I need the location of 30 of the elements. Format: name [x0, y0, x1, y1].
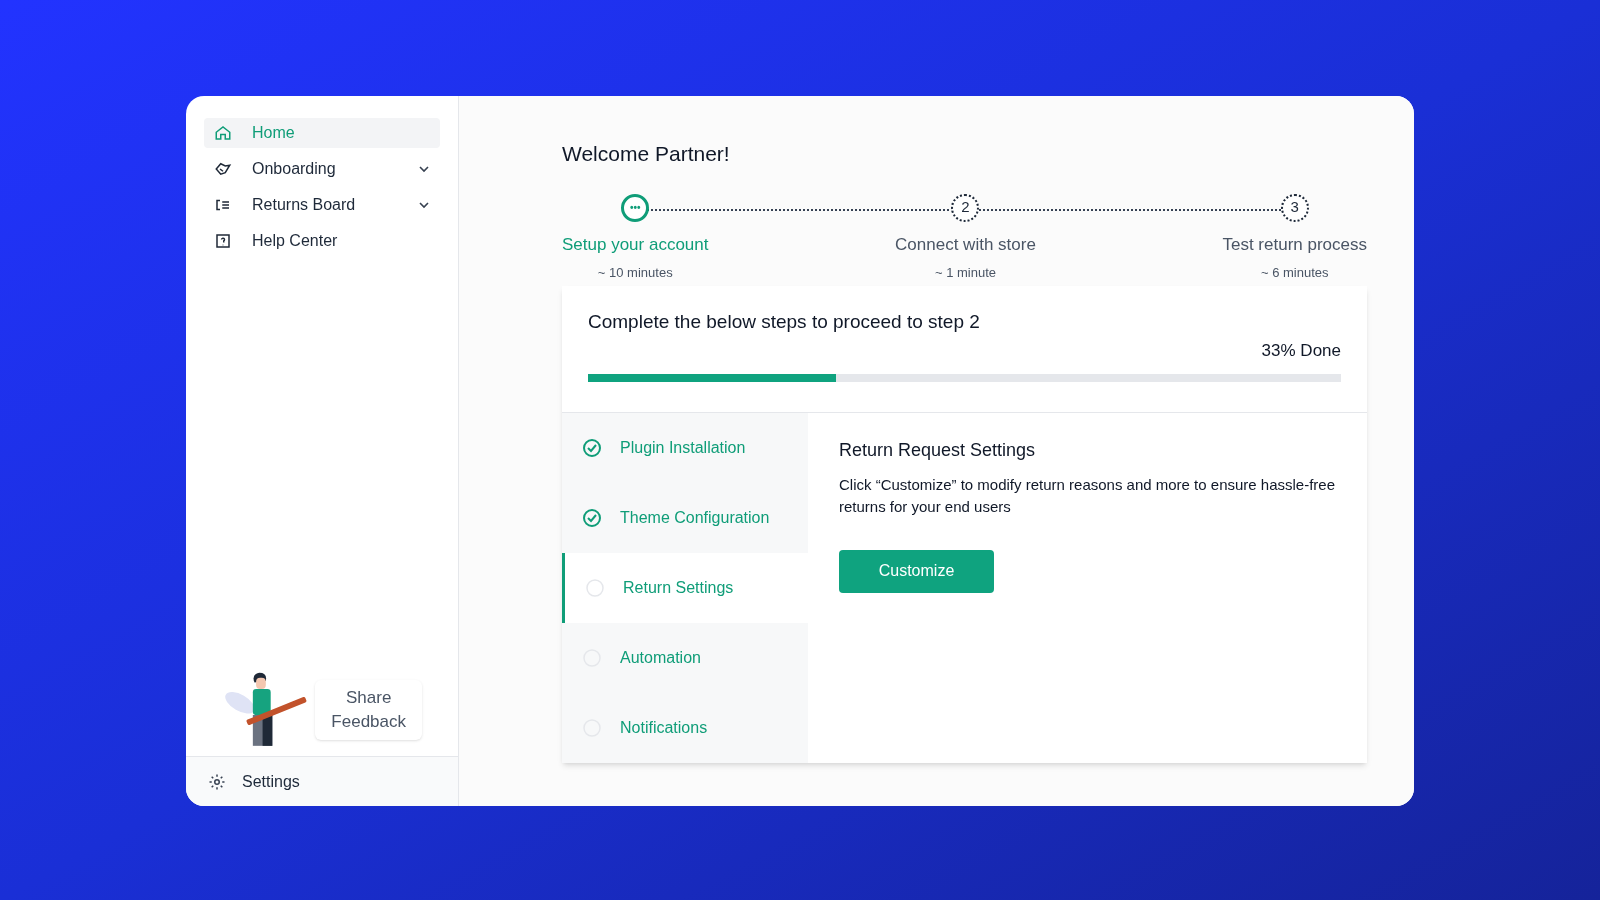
step-marker: •••: [621, 193, 650, 222]
step-label: Connect with store: [895, 233, 1036, 256]
checklist-item[interactable]: Return Settings: [562, 552, 808, 623]
checklist-item[interactable]: Plugin Installation: [562, 412, 808, 483]
checklist-item[interactable]: Notifications: [562, 692, 808, 763]
home-icon: [214, 124, 232, 142]
welcome-heading: Welcome Partner!: [562, 141, 731, 167]
progress-heading: Complete the below steps to proceed to step 2: [588, 309, 981, 334]
progress-reading: 33% Done: [1260, 340, 1341, 362]
step-duration: ~ 1 minute: [934, 264, 996, 282]
checklist-item[interactable]: Theme Configuration: [562, 482, 808, 553]
sidebar-item[interactable]: Help Center: [204, 226, 440, 256]
detail-title: Return Request Settings: [839, 438, 1037, 462]
detail-description: Click “Customize” to modify return reasons and more to ensure hassle-free returns for your end users: [839, 474, 1337, 517]
sidebar-item[interactable]: Home: [204, 118, 440, 148]
sidebar-item[interactable]: Onboarding: [204, 154, 440, 184]
step-marker: 3: [1280, 193, 1309, 222]
step-duration: ~ 6 minutes: [1260, 264, 1329, 282]
customize-button[interactable]: Customize: [839, 549, 994, 593]
step-label: Setup your account: [562, 233, 709, 256]
settings-link[interactable]: Settings: [242, 769, 300, 794]
share-feedback-button[interactable]: Share Feedback: [315, 680, 422, 740]
chevron-down-icon[interactable]: [418, 165, 430, 173]
chevron-down-icon[interactable]: [418, 201, 430, 209]
checklist-item[interactable]: Automation: [562, 622, 808, 693]
step-duration: ~ 10 minutes: [597, 264, 673, 282]
step-marker: 2: [951, 193, 980, 222]
help-icon: [214, 232, 232, 250]
step-label: Test return process: [1222, 233, 1367, 256]
sidebar-item[interactable]: Returns Board: [204, 190, 440, 220]
